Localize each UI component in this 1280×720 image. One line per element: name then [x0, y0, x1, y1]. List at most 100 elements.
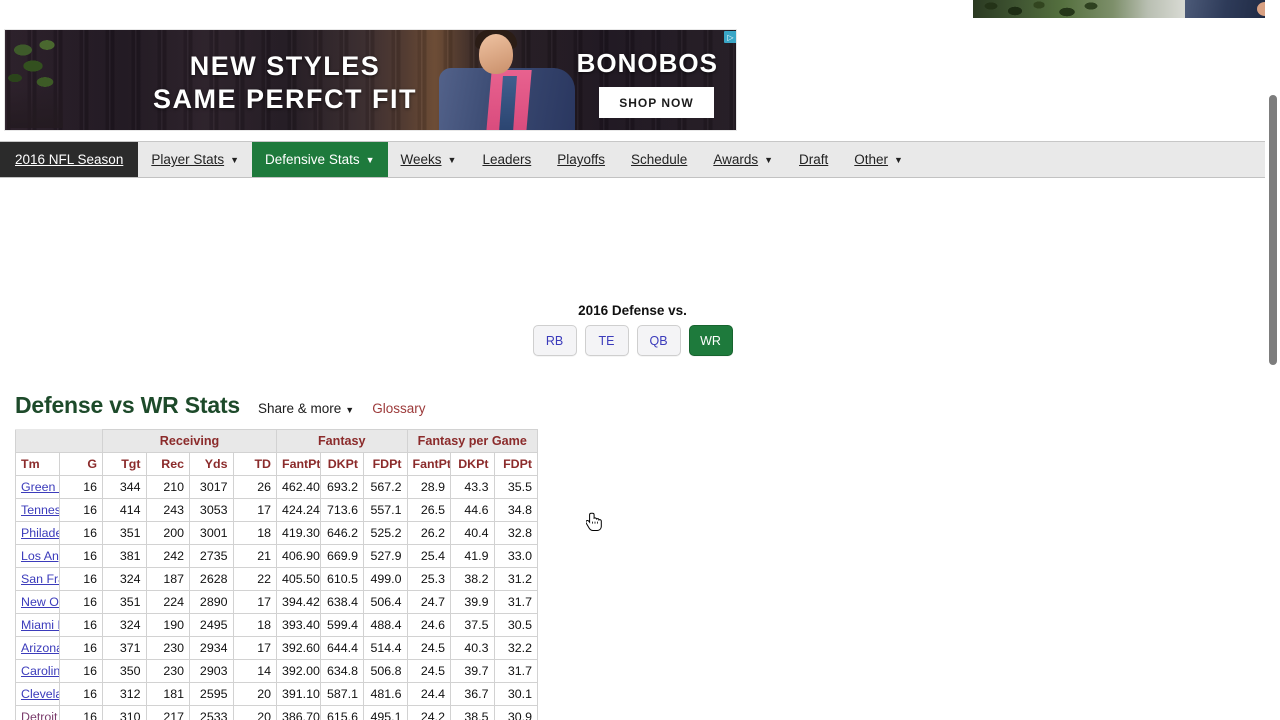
section-header: Defense vs WR Stats Share & more ▼ Glossa…	[15, 392, 425, 419]
foliage-decoration	[979, 0, 1109, 18]
stat-cell-tgt: 350	[102, 659, 147, 683]
banner-advertisement[interactable]: NEW STYLES SAME PERFCT FIT BONOBOS SHOP …	[4, 29, 737, 131]
column-header-fantpt[interactable]: FantPt	[276, 452, 321, 476]
table-column-header-row: Tm G Tgt Rec Yds TD FantPt DKPt FDPt FantPt DKPt FD…	[15, 452, 538, 476]
stat-cell-fdpt: 488.4	[363, 613, 408, 637]
nav-item-player-stats[interactable]: Player Stats ▼	[138, 142, 252, 177]
stat-cell-fantpt: 24.2	[406, 705, 451, 720]
column-header-fantpt[interactable]: FantPt	[406, 452, 451, 476]
nav-item-schedule[interactable]: Schedule	[618, 142, 700, 177]
column-header-tm[interactable]: Tm	[15, 452, 60, 476]
position-button-wr[interactable]: WR	[688, 325, 733, 356]
column-header-dkpt[interactable]: DKPt	[319, 452, 364, 476]
nav-item-weeks[interactable]: Weeks ▼	[388, 142, 470, 177]
stat-cell-yds: 2735	[189, 544, 234, 568]
shop-now-button[interactable]: SHOP NOW	[599, 87, 714, 118]
stat-cell-g: 16	[58, 475, 103, 499]
stat-cell-tgt: 351	[102, 590, 147, 614]
stat-cell-rec: 230	[145, 659, 190, 683]
mouse-cursor-pointer	[585, 512, 604, 534]
nav-item-label: Defensive Stats	[265, 152, 360, 167]
column-header-rec[interactable]: Rec	[145, 452, 190, 476]
stat-cell-yds: 2595	[189, 682, 234, 706]
stat-cell-yds: 2934	[189, 636, 234, 660]
team-link[interactable]: Philadelphia Eagles	[21, 526, 58, 540]
glossary-link[interactable]: Glossary	[372, 401, 425, 416]
column-header-tgt[interactable]: Tgt	[102, 452, 147, 476]
column-header-fdpt[interactable]: FDPt	[493, 452, 538, 476]
team-link[interactable]: New Orleans Saints	[21, 595, 58, 609]
team-link[interactable]: Miami Dolphins	[21, 618, 58, 632]
stat-cell-rec: 190	[145, 613, 190, 637]
nav-item-awards[interactable]: Awards ▼	[700, 142, 786, 177]
position-switcher: RB TE QB WR	[0, 325, 1265, 356]
column-header-yds[interactable]: Yds	[189, 452, 234, 476]
nav-item-other[interactable]: Other ▼	[841, 142, 916, 177]
stat-cell-rec: 200	[145, 521, 190, 545]
nav-item-label: Leaders	[482, 152, 532, 167]
team-link[interactable]: Arizona Cardinals	[21, 641, 58, 655]
page-title: Defense vs WR Stats	[15, 392, 240, 418]
stat-cell-fantpt: 405.50	[276, 567, 321, 591]
stat-cell-tgt: 351	[102, 521, 147, 545]
stat-cell-dkpt: 40.4	[450, 521, 495, 545]
stat-cell-fdpt: 506.8	[363, 659, 408, 683]
team-cell: Cleveland Browns	[15, 682, 60, 706]
nav-item-defensive-stats[interactable]: Defensive Stats ▼	[252, 142, 388, 177]
stat-cell-fdpt: 33.0	[493, 544, 538, 568]
stat-cell-fantpt: 25.3	[406, 567, 451, 591]
stat-cell-fantpt: 393.40	[276, 613, 321, 637]
stat-cell-fdpt: 31.2	[493, 567, 538, 591]
stat-cell-fantpt: 26.5	[406, 498, 451, 522]
team-link[interactable]: Detroit Lions	[21, 710, 58, 720]
team-link[interactable]: Carolina Panthers	[21, 664, 58, 678]
team-cell: New Orleans Saints	[15, 590, 60, 614]
stat-cell-dkpt: 669.9	[319, 544, 364, 568]
team-link[interactable]: San Francisco 49ers	[21, 572, 58, 586]
column-header-td[interactable]: TD	[232, 452, 277, 476]
stat-cell-fdpt: 35.5	[493, 475, 538, 499]
team-link[interactable]: Cleveland Browns	[21, 687, 58, 701]
vertical-scrollbar[interactable]	[1265, 0, 1280, 720]
stat-cell-g: 16	[58, 567, 103, 591]
nav-item-label: Schedule	[631, 152, 688, 167]
ad-content: NEW STYLES SAME PERFCT FIT BONOBOS SHOP …	[5, 30, 736, 130]
stat-cell-dkpt: 693.2	[319, 475, 364, 499]
stat-cell-tgt: 310	[102, 705, 147, 720]
nav-item-2016-nfl-season[interactable]: 2016 NFL Season	[0, 142, 139, 177]
column-header-fdpt[interactable]: FDPt	[363, 452, 408, 476]
share-and-more-dropdown[interactable]: Share & more ▼	[258, 401, 354, 416]
stat-cell-fantpt: 419.30	[276, 521, 321, 545]
stat-cell-dkpt: 38.5	[450, 705, 495, 720]
team-cell: San Francisco 49ers	[15, 567, 60, 591]
column-header-dkpt[interactable]: DKPt	[450, 452, 495, 476]
team-link[interactable]: Green Bay Packers	[21, 480, 58, 494]
scrollbar-thumb[interactable]	[1269, 95, 1277, 365]
stat-cell-dkpt: 39.9	[450, 590, 495, 614]
nav-item-leaders[interactable]: Leaders	[469, 142, 544, 177]
team-link[interactable]: Tennessee Titans	[21, 503, 58, 517]
table-row: Arizona Cardinals16371230293417392.60644…	[15, 636, 538, 660]
team-link[interactable]: Los Angeles Rams	[21, 549, 58, 563]
stat-cell-dkpt: 587.1	[319, 682, 364, 706]
nav-item-playoffs[interactable]: Playoffs	[544, 142, 618, 177]
column-header-g[interactable]: G	[58, 452, 103, 476]
position-button-te[interactable]: TE	[584, 325, 629, 356]
stat-cell-tgt: 381	[102, 544, 147, 568]
stat-cell-g: 16	[58, 590, 103, 614]
position-button-rb[interactable]: RB	[532, 325, 577, 356]
position-button-qb[interactable]: QB	[636, 325, 681, 356]
stat-cell-fantpt: 391.10	[276, 682, 321, 706]
table-row: Carolina Panthers16350230290314392.00634…	[15, 659, 538, 683]
adchoices-icon[interactable]: ▷	[724, 31, 736, 43]
stat-cell-rec: 217	[145, 705, 190, 720]
stat-cell-tgt: 312	[102, 682, 147, 706]
nav-item-draft[interactable]: Draft	[786, 142, 841, 177]
switcher-title: 2016 Defense vs.	[578, 303, 687, 318]
stat-cell-td: 14	[232, 659, 277, 683]
chevron-down-icon: ▼	[764, 154, 774, 165]
stat-cell-dkpt: 41.9	[450, 544, 495, 568]
table-row: Tennessee Titans16414243305317424.24713.…	[15, 498, 538, 522]
top-partial-ad-image	[973, 0, 1275, 18]
nav-item-label: Awards	[713, 152, 759, 167]
